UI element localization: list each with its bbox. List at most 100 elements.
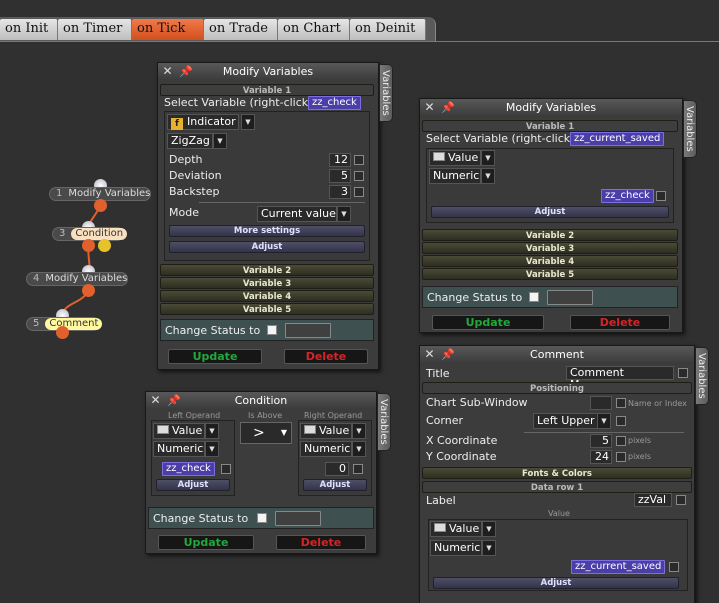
variable-2-header[interactable]: Variable 2: [160, 264, 374, 276]
selected-variable-chip[interactable]: zz_check: [308, 96, 361, 110]
title-input[interactable]: Comment Message: [566, 366, 674, 391]
operator-dropdown-arrow[interactable]: ▼: [281, 423, 287, 443]
indicator-dropdown-arrow[interactable]: ▼: [213, 133, 227, 149]
variable-1-header[interactable]: Variable 1: [160, 84, 374, 96]
pin-icon[interactable]: 📌: [179, 65, 193, 79]
variable-2-header[interactable]: Variable 2: [422, 229, 678, 241]
mode-select[interactable]: Current value: [257, 206, 337, 222]
param-backstep-value[interactable]: 3: [329, 185, 351, 199]
right-type-select[interactable]: Value: [300, 423, 352, 439]
right-adjust-button[interactable]: Adjust: [303, 479, 367, 491]
window-titlebar[interactable]: ✕ 📌 Comment: [420, 346, 694, 364]
change-status-input[interactable]: [547, 290, 593, 305]
variables-side-tab[interactable]: Variables: [695, 347, 709, 405]
flow-output-port[interactable]: [82, 284, 95, 297]
variable-1-header[interactable]: Variable 1: [422, 120, 678, 132]
type-dropdown-arrow[interactable]: ▼: [482, 521, 496, 537]
delete-button[interactable]: Delete: [276, 535, 366, 550]
tab-on-trade[interactable]: on Trade: [204, 19, 278, 40]
subtype-dropdown-arrow[interactable]: ▼: [481, 168, 495, 184]
adjust-button[interactable]: Adjust: [169, 241, 365, 253]
left-adjust-button[interactable]: Adjust: [156, 479, 230, 491]
subtype-dropdown-arrow[interactable]: ▼: [482, 540, 496, 556]
pin-icon[interactable]: 📌: [167, 394, 181, 408]
positioning-header[interactable]: Positioning: [422, 382, 692, 394]
pin-icon[interactable]: 📌: [441, 101, 455, 115]
type-dropdown-arrow[interactable]: ▼: [481, 150, 495, 166]
window-titlebar[interactable]: ✕ 📌 Modify Variables: [158, 63, 378, 81]
variables-side-tab[interactable]: Variables: [683, 100, 697, 158]
change-status-checkbox[interactable]: [257, 513, 267, 523]
subwindow-input[interactable]: [590, 396, 612, 410]
adjust-button[interactable]: Adjust: [433, 577, 679, 589]
corner-checkbox[interactable]: [616, 416, 626, 426]
value-chip[interactable]: zz_current_saved: [571, 560, 666, 574]
window-titlebar[interactable]: ✕ 📌 Condition: [146, 392, 376, 410]
right-operand-value[interactable]: 0: [325, 462, 349, 476]
type-select[interactable]: Value: [429, 150, 481, 166]
x-coordinate-checkbox[interactable]: [616, 436, 626, 446]
y-coordinate-checkbox[interactable]: [616, 452, 626, 462]
fonts-colors-header[interactable]: Fonts & Colors: [422, 467, 692, 479]
variable-3-header[interactable]: Variable 3: [160, 277, 374, 289]
right-operand-checkbox[interactable]: [353, 464, 363, 474]
flow-output-false-port[interactable]: [98, 239, 111, 252]
left-subtype-select[interactable]: Numeric: [153, 441, 205, 457]
close-icon[interactable]: ✕: [424, 348, 435, 360]
type-select[interactable]: Value: [430, 521, 482, 537]
variable-5-header[interactable]: Variable 5: [422, 268, 678, 280]
param-checkbox[interactable]: [354, 187, 364, 197]
delete-button[interactable]: Delete: [570, 315, 670, 330]
selected-variable-chip[interactable]: zz_current_saved: [570, 132, 665, 146]
left-subtype-dropdown-arrow[interactable]: ▼: [205, 441, 219, 457]
indicator-select[interactable]: ZigZag: [167, 133, 213, 149]
data-row-1-header[interactable]: Data row 1: [422, 481, 692, 493]
close-icon[interactable]: ✕: [150, 394, 161, 406]
param-deviation-value[interactable]: 5: [329, 169, 351, 183]
left-operand-chip[interactable]: zz_check: [162, 462, 215, 476]
update-button[interactable]: Update: [168, 349, 262, 364]
close-icon[interactable]: ✕: [162, 65, 173, 77]
subtype-select[interactable]: Numeric: [430, 540, 482, 556]
tab-on-deinit[interactable]: on Deinit: [350, 19, 426, 40]
variables-side-tab[interactable]: Variables: [377, 393, 391, 451]
more-settings-button[interactable]: More settings: [169, 225, 365, 237]
variable-4-header[interactable]: Variable 4: [160, 290, 374, 302]
subtype-select[interactable]: Numeric: [429, 168, 481, 184]
close-icon[interactable]: ✕: [424, 101, 435, 113]
flow-node-modify-variables-2[interactable]: 4 Modify Variables: [26, 272, 128, 286]
variable-3-header[interactable]: Variable 3: [422, 242, 678, 254]
param-checkbox[interactable]: [354, 171, 364, 181]
change-status-checkbox[interactable]: [529, 292, 539, 302]
right-subtype-dropdown-arrow[interactable]: ▼: [352, 441, 366, 457]
change-status-checkbox[interactable]: [267, 325, 277, 335]
right-subtype-select[interactable]: Numeric: [300, 441, 352, 457]
value-checkbox[interactable]: [669, 562, 679, 572]
corner-dropdown-arrow[interactable]: ▼: [597, 413, 611, 429]
value-chip[interactable]: zz_check: [601, 189, 654, 203]
variable-4-header[interactable]: Variable 4: [422, 255, 678, 267]
x-coordinate-input[interactable]: 5: [590, 434, 612, 448]
corner-select[interactable]: Left Upper: [533, 413, 599, 429]
change-status-input[interactable]: [275, 511, 321, 526]
tab-on-chart[interactable]: on Chart: [278, 19, 350, 40]
window-titlebar[interactable]: ✕ 📌 Modify Variables: [420, 99, 682, 117]
label-checkbox[interactable]: [676, 495, 686, 505]
update-button[interactable]: Update: [158, 535, 254, 550]
flow-output-port[interactable]: [56, 326, 69, 339]
variable-5-header[interactable]: Variable 5: [160, 303, 374, 315]
param-checkbox[interactable]: [354, 155, 364, 165]
flow-output-true-port[interactable]: [82, 239, 95, 252]
delete-button[interactable]: Delete: [284, 349, 368, 364]
label-input[interactable]: zzVal: [634, 493, 672, 507]
value-checkbox[interactable]: [656, 191, 666, 201]
left-operand-checkbox[interactable]: [221, 464, 231, 474]
param-depth-value[interactable]: 12: [329, 153, 351, 167]
pin-icon[interactable]: 📌: [441, 348, 455, 362]
right-type-dropdown-arrow[interactable]: ▼: [352, 423, 366, 439]
type-dropdown-arrow[interactable]: ▼: [241, 114, 255, 130]
mode-dropdown-arrow[interactable]: ▼: [337, 206, 351, 222]
left-type-dropdown-arrow[interactable]: ▼: [205, 423, 219, 439]
flow-output-port[interactable]: [94, 199, 107, 212]
variables-side-tab[interactable]: Variables: [379, 64, 393, 122]
